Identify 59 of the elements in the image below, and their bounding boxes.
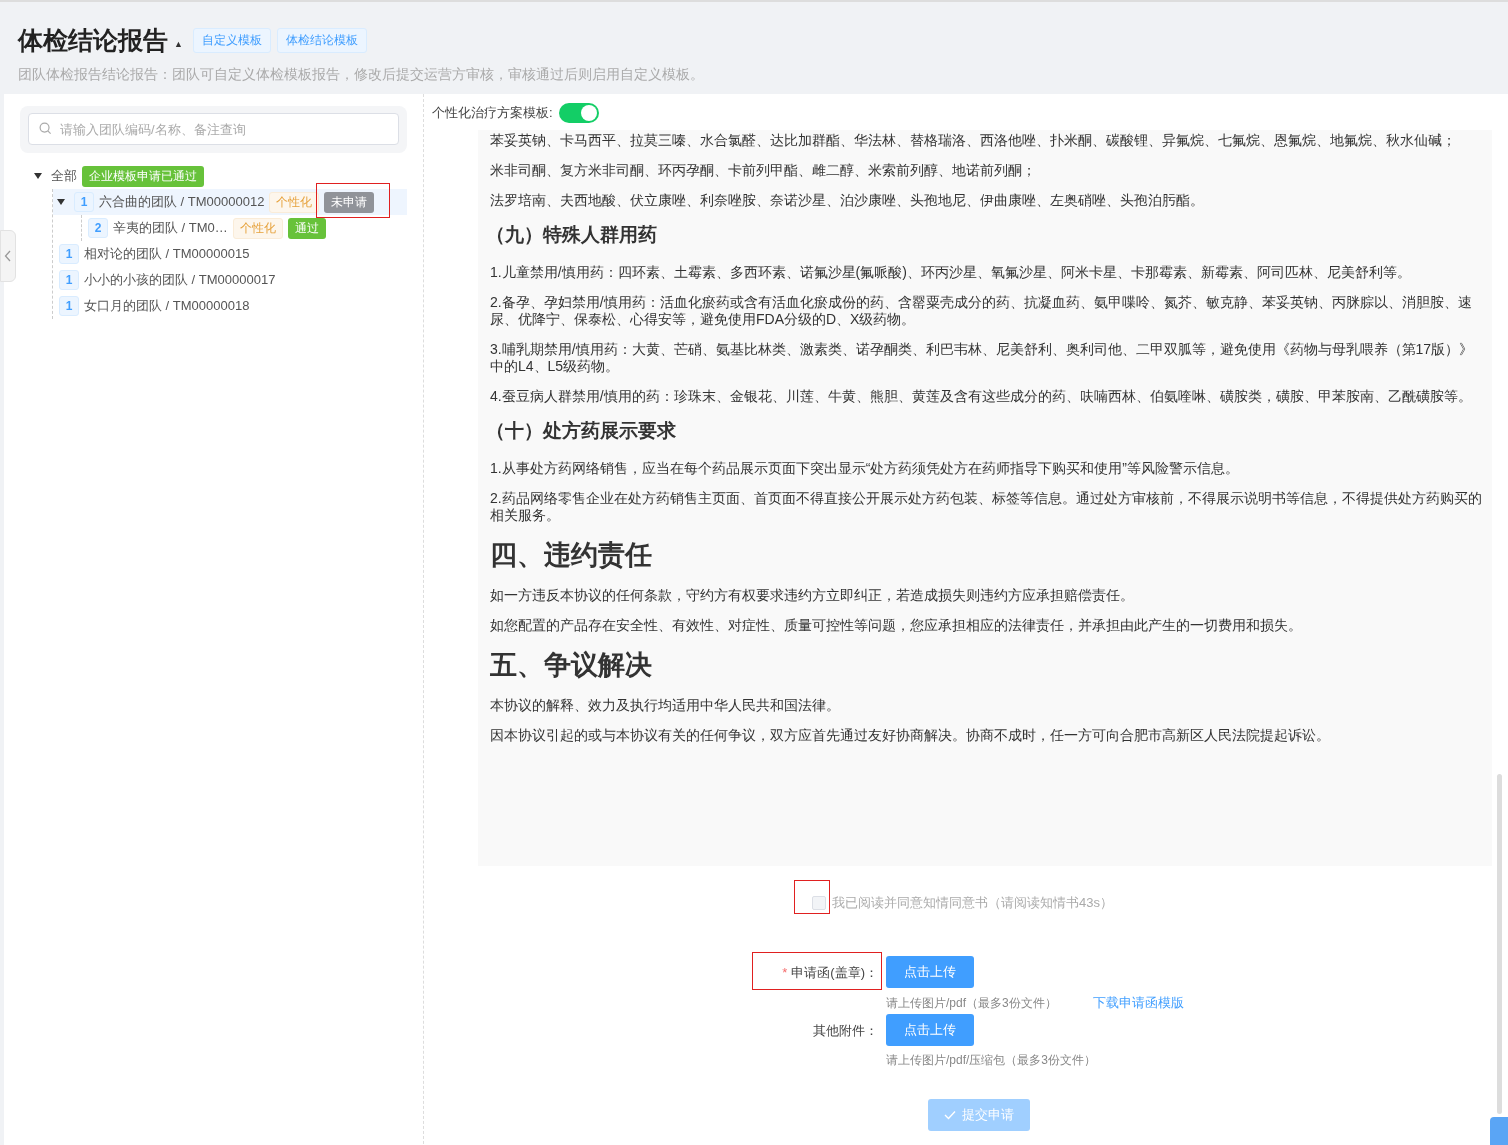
tree-label: 全部 (51, 167, 77, 185)
section-heading: 四、违约责任 (490, 539, 653, 572)
paragraph: 4.蚕豆病人群禁用/慎用的药：珍珠末、金银花、川莲、牛黄、熊胆、黄莲及含有这些成分的药、呋喃西林、伯氨喹啉、磺胺类，磺胺、甲苯胺南、乙酰磺胺等。 (490, 388, 1473, 405)
scrollbar[interactable] (1497, 774, 1502, 1114)
toggle-switch[interactable] (558, 103, 599, 123)
tree-label: 女口月的团队 / TM00000018 (84, 297, 250, 315)
chevron-left-icon (4, 250, 12, 262)
check-icon (944, 1110, 956, 1120)
status-tag: 个性化 (269, 191, 320, 213)
paragraph: 米非司酮、复方米非司酮、环丙孕酮、卡前列甲酯、雌二醇、米索前列醇、地诺前列酮； (490, 162, 1037, 179)
status-tag: 通过 (287, 217, 326, 239)
paragraph: 1.从事处方药网络销售，应当在每个药品展示页面下突出显示“处方药须凭处方在药师指导下购买和使用”等风险警示信息。 (490, 460, 1240, 477)
level-badge: 2 (88, 218, 108, 238)
tree-label: 小小的小孩的团队 / TM00000017 (84, 271, 276, 289)
tree-item[interactable]: 1 小小的小孩的团队 / TM00000017 (53, 267, 407, 293)
required-mark: * (782, 965, 788, 980)
paragraph: 2.备孕、孕妇禁用/慎用药：活血化瘀药或含有活血化瘀成份的药、含罂粟壳成分的药、抗凝血药、氨甲喋呤、氮芥、敏克静、苯妥英钠、丙脒腙以、消胆胺、速尿、优降宁、保泰松、心得安等，避免使用FDA分级的D、X级药物。 (490, 294, 1473, 328)
field-label: 申请函(盖章)： (791, 965, 878, 980)
field-label: 其他附件： (813, 1023, 878, 1038)
collapse-toggle[interactable]: ▲ (174, 38, 183, 49)
tree-item[interactable]: 1 女口月的团队 / TM00000018 (53, 293, 407, 319)
tree-label: 相对论的团队 / TM00000015 (84, 245, 250, 263)
paragraph: 如一方违反本协议的任何条款，守约方有权要求违约方立即纠正，若造成损失则违约方应承担赔偿责任。 (490, 587, 1135, 604)
tree-label: 辛夷的团队 / TM0… (113, 219, 228, 237)
caret-icon[interactable] (57, 199, 65, 205)
paragraph: 法罗培南、夫西地酸、伏立康唑、利奈唑胺、奈诺沙星、泊沙康唑、头孢地尼、伊曲康唑、左奥硝唑、头孢泊肟酯。 (490, 192, 1205, 209)
section-subheading: （十）处方药展示要求 (486, 419, 677, 443)
tree-item[interactable]: 全部 企业模板申请已通过 (30, 163, 407, 189)
paragraph: 本协议的解释、效力及执行均适用中华人民共和国法律。 (490, 697, 841, 714)
paragraph: 如您配置的产品存在安全性、有效性、对症性、质量可控性等问题，您应承担相应的法律责任，并承担由此产生的一切费用和损失。 (490, 617, 1303, 634)
toggle-label: 个性化治疗方案模板: (432, 104, 553, 122)
search-field[interactable]: 请输入团队编码/名称、备注查询 (28, 113, 399, 145)
upload-hint: 请上传图片/pdf/压缩包（最多3份文件） (886, 1052, 1097, 1069)
highlight-frame (794, 880, 830, 914)
tree-item[interactable]: 1 六合曲的团队 / TM00000012 个性化 未申请 (53, 189, 407, 215)
collapse-handle[interactable] (0, 230, 16, 282)
level-badge: 1 (74, 192, 94, 212)
paragraph: 3.哺乳期禁用/慎用药：大黄、芒硝、氨基比林类、激素类、诺孕酮类、利巴韦林、尼美舒利、奥利司他、二甲双胍等，避免使用《药物与母乳喂养（第17版）》中的L4、L5级药物。 (490, 341, 1475, 375)
level-badge: 1 (59, 270, 79, 290)
tree-item[interactable]: 2 辛夷的团队 / TM0… 个性化 通过 (82, 215, 407, 241)
paragraph: 因本协议引起的或与本协议有关的任何争议，双方应首先通过友好协商解决。协商不成时，任一方可向合肥市高新区人民法院提起诉讼。 (490, 727, 1331, 744)
section-subheading: （九）特殊人群用药 (486, 223, 658, 247)
status-tag: 个性化 (232, 217, 283, 239)
tree-item[interactable]: 1 相对论的团队 / TM00000015 (53, 241, 407, 267)
status-tag: 企业模板申请已通过 (82, 165, 204, 187)
page-title: 体检结论报告 (18, 25, 168, 56)
paragraph: 苯妥英钠、卡马西平、拉莫三嗪、水合氯醛、达比加群酯、华法林、替格瑞洛、西洛他唑、扑米酮、碳酸锂、异氟烷、七氟烷、恩氟烷、地氟烷、秋水仙碱； (490, 132, 1457, 149)
upload-hint: 请上传图片/pdf（最多3份文件） (886, 994, 1057, 1012)
section-heading: 五、争议解决 (490, 649, 653, 682)
agreement-label: 我已阅读并同意知情同意书（请阅读知情书43s） (832, 894, 1113, 912)
level-badge: 1 (59, 244, 79, 264)
paragraph: 1.儿童禁用/慎用药：四环素、土霉素、多西环素、诺氟沙星(氟哌酸)、环丙沙星、氧氟沙星、阿米卡星、卡那霉素、新霉素、阿司匹林、尼美舒利等。 (490, 264, 1412, 281)
tree-label: 六合曲的团队 / TM00000012 (99, 193, 265, 211)
status-tag: 未申请 (324, 191, 375, 213)
floating-tab[interactable] (1490, 1117, 1508, 1145)
level-badge: 1 (59, 296, 79, 316)
caret-icon[interactable] (34, 173, 42, 179)
page-description: 团队体检报告结论报告：团队可自定义体检模板报告，修改后提交运营方审核，审核通过后则启用自定义模板。 (18, 66, 705, 84)
paragraph: 2.药品网络零售企业在处方药销售主页面、首页面不得直接公开展示处方药包装、标签等信息。通过处方审核前，不得展示说明书等信息，不得提供处方药购买的相关服务。 (490, 490, 1482, 524)
